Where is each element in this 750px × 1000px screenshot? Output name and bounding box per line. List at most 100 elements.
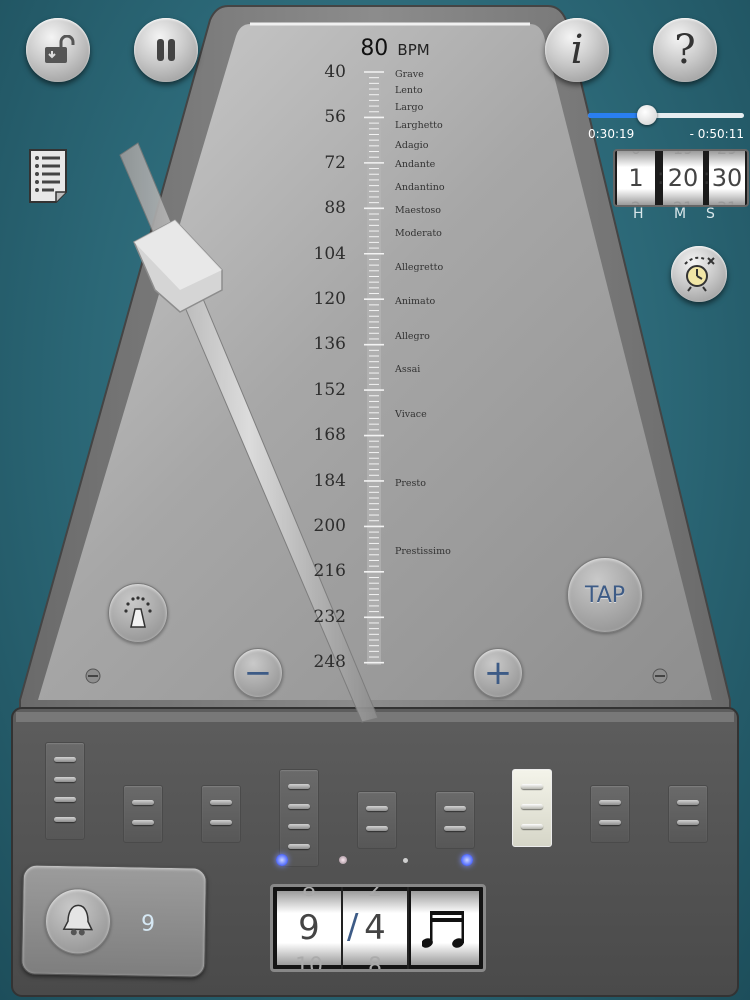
tap-tempo-button[interactable]: TAP bbox=[567, 557, 643, 633]
timer-remaining: - 0:50:11 bbox=[689, 127, 744, 141]
tempo-scale-number: 184 bbox=[313, 470, 346, 491]
timer-label-minutes: M bbox=[674, 206, 687, 222]
list-icon bbox=[29, 149, 67, 203]
timer-elapsed: 0:30:19 bbox=[588, 127, 635, 141]
metronome-icon bbox=[124, 596, 152, 628]
slash-icon: / bbox=[347, 907, 359, 947]
beat-accent-column[interactable] bbox=[668, 785, 708, 843]
beat-accent-level bbox=[54, 757, 76, 762]
beat-accent-column[interactable] bbox=[590, 785, 630, 843]
help-button[interactable]: ? bbox=[653, 18, 717, 82]
tempo-term: Assai bbox=[395, 364, 421, 375]
timer-minutes-drum[interactable]: 19 20 21 bbox=[663, 151, 703, 205]
tempo-scale-number: 200 bbox=[313, 516, 346, 536]
tempo-scale-number: 120 bbox=[313, 289, 346, 309]
beat-accent-level bbox=[599, 800, 621, 805]
tempo-term: Adagio bbox=[395, 140, 429, 151]
alarm-button[interactable] bbox=[671, 246, 727, 302]
beat-led bbox=[403, 858, 408, 863]
tempo-scale-number: 248 bbox=[313, 652, 346, 673]
tempo-term: Allegro bbox=[395, 331, 430, 342]
timer-hours-drum[interactable]: 0 1 2 bbox=[617, 151, 655, 205]
minus-icon: − bbox=[243, 653, 273, 693]
beat-accent-level bbox=[521, 824, 543, 829]
time-signature-denominator: 4 bbox=[364, 908, 386, 948]
tempo-term: Moderato bbox=[395, 228, 442, 239]
sound-selector[interactable]: 9 bbox=[21, 864, 207, 978]
beat-accent-level bbox=[54, 797, 76, 802]
unlock-icon bbox=[45, 35, 75, 63]
sixteenth-notes-icon bbox=[422, 911, 464, 948]
tempo-unit: BPM bbox=[397, 41, 430, 59]
tempo-scale-number: 40 bbox=[324, 62, 346, 82]
timer-label-seconds: S bbox=[706, 206, 715, 222]
beat-led bbox=[339, 856, 347, 864]
beat-accent-level bbox=[54, 817, 76, 822]
playlist-button[interactable] bbox=[28, 148, 68, 204]
timer-seconds: 30 bbox=[711, 164, 743, 192]
beat-accent-column[interactable] bbox=[435, 791, 475, 849]
time-signature-numerator: 9 bbox=[298, 908, 320, 948]
tempo-value: 80 bbox=[360, 36, 389, 61]
info-icon: i bbox=[570, 27, 584, 73]
help-icon: ? bbox=[674, 27, 696, 73]
pause-button[interactable] bbox=[134, 18, 198, 82]
bell-icon bbox=[62, 904, 94, 936]
tempo-scale-number: 216 bbox=[313, 561, 346, 582]
sound-button[interactable] bbox=[44, 887, 112, 955]
beat-accent-level bbox=[599, 820, 621, 825]
tempo-term: Largo bbox=[395, 102, 424, 113]
beat-accent-level bbox=[521, 804, 543, 809]
tempo-term: Maestoso bbox=[395, 205, 442, 216]
timer-minutes: 20 bbox=[667, 164, 699, 192]
metronome-mode-button[interactable] bbox=[108, 583, 168, 643]
tempo-scale-number: 232 bbox=[313, 606, 346, 627]
beat-accent-level bbox=[677, 800, 699, 805]
timer-seconds-drum[interactable]: 29 30 31 bbox=[709, 151, 745, 205]
tempo-term: Animato bbox=[395, 296, 436, 307]
tempo-term: Grave bbox=[395, 69, 424, 80]
tempo-scale-number: 56 bbox=[324, 107, 346, 128]
timer-drum[interactable]: 0 1 2 : 19 20 21 : 29 30 31 bbox=[613, 149, 749, 207]
lock-button[interactable] bbox=[26, 18, 90, 82]
beat-accent-level bbox=[288, 824, 310, 829]
increase-tempo-button[interactable]: + bbox=[473, 648, 523, 698]
beat-accent-column[interactable] bbox=[279, 769, 319, 867]
tempo-term: Larghetto bbox=[395, 120, 443, 131]
beat-accent-column[interactable] bbox=[201, 785, 241, 843]
tempo-term: Presto bbox=[395, 478, 426, 489]
plus-icon: + bbox=[483, 653, 513, 693]
tempo-scale-number: 136 bbox=[313, 334, 346, 355]
tempo-term: Andantino bbox=[395, 182, 445, 193]
tempo-term: Lento bbox=[395, 85, 423, 96]
beat-accent-column[interactable] bbox=[45, 742, 85, 840]
timer-slider[interactable] bbox=[588, 105, 744, 125]
tempo-term: Andante bbox=[395, 159, 436, 170]
tempo-scale-number: 104 bbox=[313, 243, 346, 264]
tempo-scale-number: 152 bbox=[313, 379, 346, 400]
beat-accent-column[interactable] bbox=[357, 791, 397, 849]
timer-hours: 1 bbox=[628, 164, 644, 192]
beat-accent-column[interactable] bbox=[512, 769, 552, 847]
tempo-display: 80 BPM bbox=[340, 36, 450, 61]
beat-accent-level bbox=[288, 844, 310, 849]
tempo-term: Prestissimo bbox=[395, 546, 451, 557]
beat-accent-level bbox=[444, 826, 466, 831]
beat-accent-level bbox=[210, 820, 232, 825]
beat-accent-level bbox=[54, 777, 76, 782]
tempo-scale-number: 88 bbox=[324, 198, 346, 219]
pause-icon bbox=[157, 39, 175, 61]
subdivision-drum[interactable] bbox=[411, 891, 479, 965]
info-button[interactable]: i bbox=[545, 18, 609, 82]
decrease-tempo-button[interactable]: − bbox=[233, 648, 283, 698]
time-signature-numerator-drum[interactable]: 8 9 10 bbox=[277, 887, 341, 969]
beat-accent-level bbox=[521, 784, 543, 789]
beat-accent-level bbox=[366, 806, 388, 811]
tap-label: TAP bbox=[584, 582, 626, 608]
beat-accent-column[interactable] bbox=[123, 785, 163, 843]
beat-accent-level bbox=[132, 820, 154, 825]
time-signature-picker[interactable]: 8 9 10 / 2 4 8 bbox=[270, 884, 486, 972]
sound-number: 9 bbox=[140, 911, 156, 937]
beat-accent-level bbox=[132, 800, 154, 805]
tempo-term: Vivace bbox=[395, 409, 427, 420]
